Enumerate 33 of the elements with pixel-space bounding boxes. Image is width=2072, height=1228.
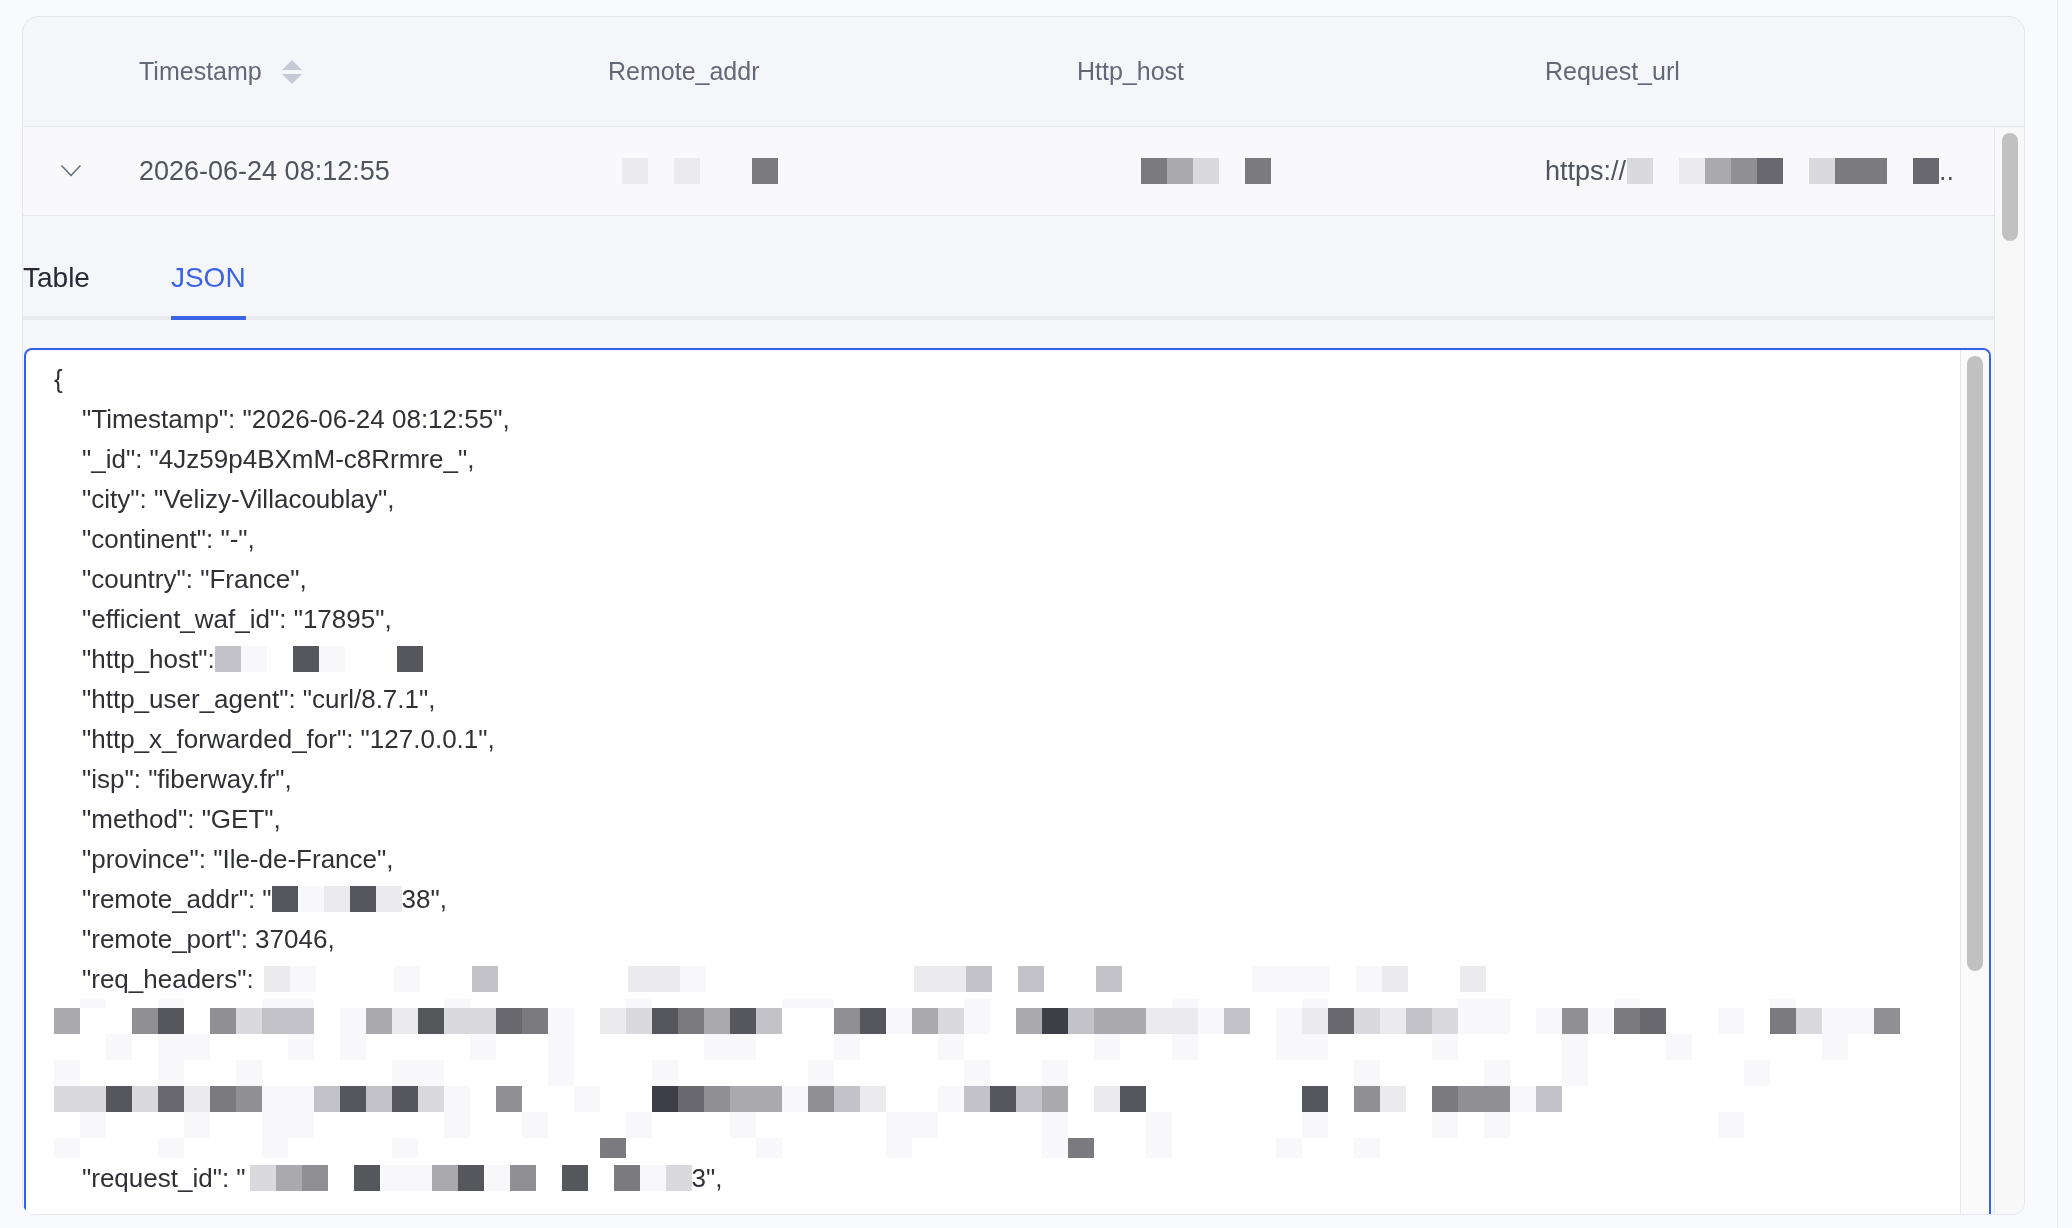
column-header: Request_url	[1545, 55, 1680, 87]
table-row[interactable]: 2026-06-24 08:12:55 https:// ..	[23, 127, 1994, 216]
tab[interactable]: Table	[23, 238, 90, 320]
chevron-down-icon[interactable]	[61, 165, 81, 177]
json-line: "request_id": "	[82, 1161, 246, 1195]
url-text: https://	[1545, 154, 1627, 188]
json-line: "http_host":	[82, 642, 215, 676]
json-line: "country": "France",	[82, 562, 307, 596]
json-line: "_id": "4Jz59p4BXmM-c8Rrmre_",	[82, 442, 475, 476]
json-line: "method": "GET",	[82, 802, 281, 836]
ellipsis-text: ..	[1939, 154, 1955, 188]
timestamp-text: 2026-06-24 08:12:55	[139, 154, 390, 188]
column-header: Remote_addr	[608, 55, 760, 87]
json-line: "province": "Ile-de-France",	[82, 842, 394, 876]
json-line: "http_user_agent": "curl/8.7.1",	[82, 682, 436, 716]
scrollbar-thumb[interactable]	[2001, 133, 2018, 241]
json-line: "continent": "-",	[82, 522, 255, 556]
json-line: {	[54, 362, 63, 396]
json-line: "http_x_forwarded_for": "127.0.0.1",	[82, 722, 495, 756]
column-header[interactable]: Timestamp	[139, 52, 262, 91]
json-line: "remote_port": 37046,	[82, 922, 335, 956]
json-line: "remote_addr": "	[82, 882, 272, 916]
json-line: "efficient_waf_id": "17895",	[82, 602, 392, 636]
json-line: "city": "Velizy-Villacoublay",	[82, 482, 395, 516]
json-line: "req_headers":	[82, 962, 254, 996]
json-line: "isp": "fiberway.fr",	[82, 762, 292, 796]
sort-icon[interactable]	[281, 59, 302, 84]
scrollbar-thumb[interactable]	[1967, 356, 1983, 971]
tab[interactable]: JSON	[170, 238, 246, 320]
json-line: 3",	[691, 1161, 723, 1195]
json-line: "Timestamp": "2026-06-24 08:12:55",	[82, 402, 510, 436]
column-header: Http_host	[1077, 55, 1184, 87]
json-line: 38",	[401, 882, 447, 916]
